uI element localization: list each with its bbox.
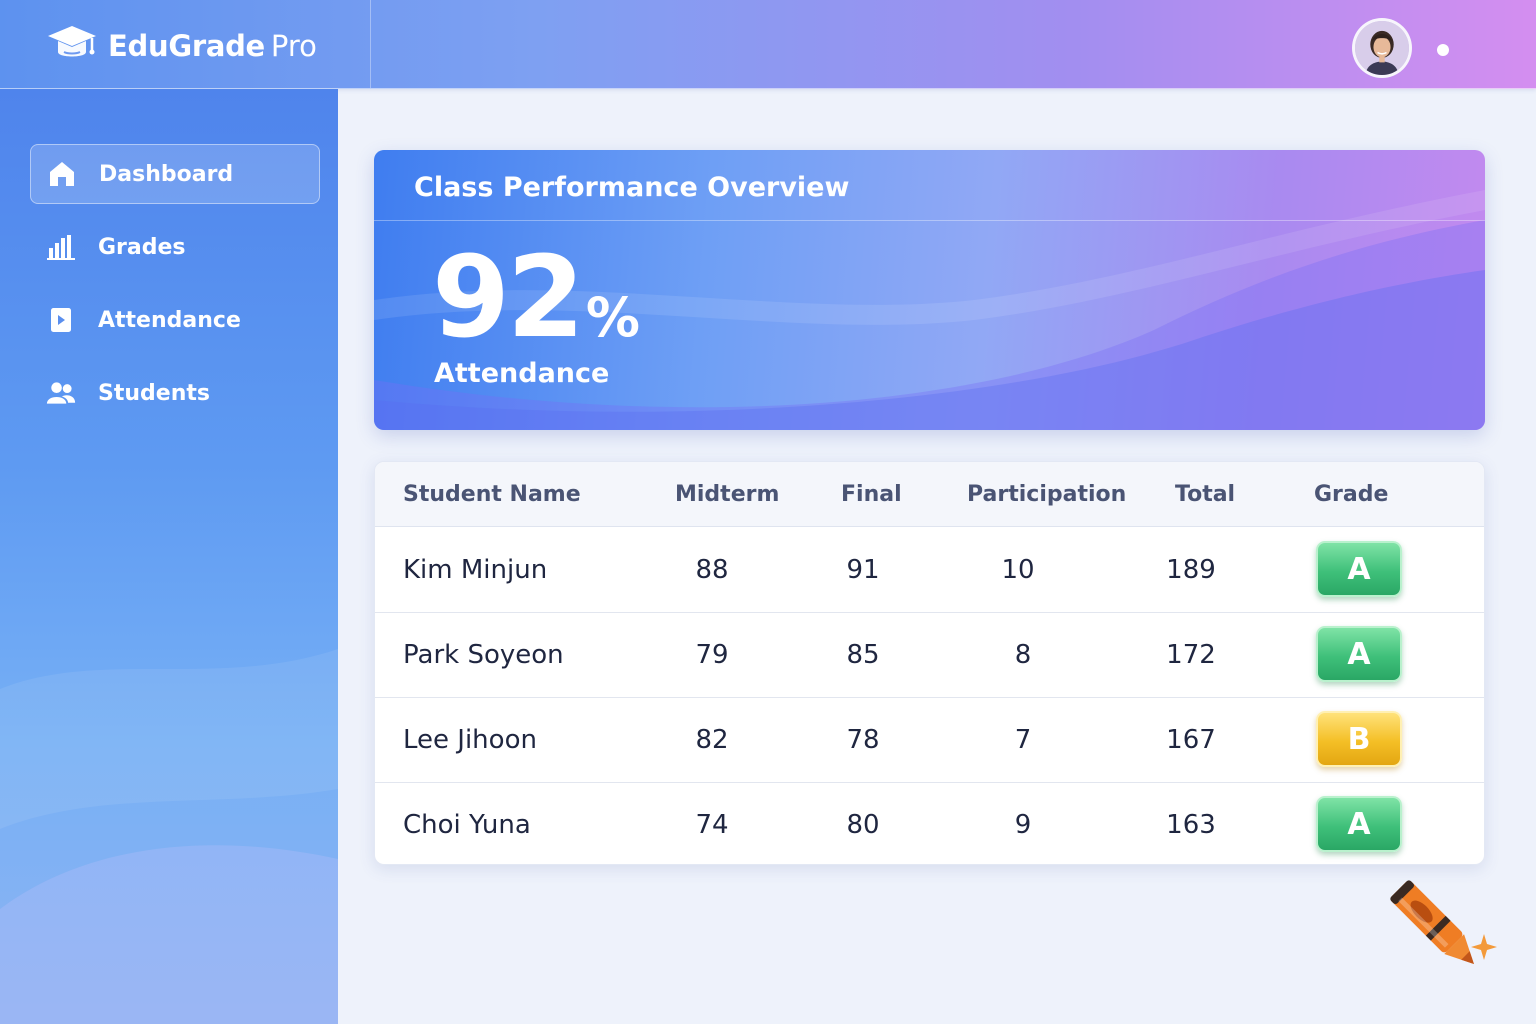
attendance-unit: % xyxy=(585,286,640,349)
user-avatar[interactable] xyxy=(1352,18,1412,78)
table-row[interactable]: Lee Jihoon 82 78 7 167 B xyxy=(375,697,1484,783)
brand-divider xyxy=(370,0,371,88)
total-score: 172 xyxy=(1166,640,1216,670)
column-header-student-name[interactable]: Student Name xyxy=(403,482,581,507)
grades-table: Student Name Midterm Final Participation… xyxy=(374,461,1485,865)
midterm-score: 82 xyxy=(695,725,729,755)
final-score: 85 xyxy=(846,640,880,670)
brand[interactable]: EduGrade Pro xyxy=(46,26,317,66)
final-score: 80 xyxy=(846,810,880,840)
sidebar-item-label: Grades xyxy=(98,234,186,260)
midterm-score: 79 xyxy=(695,640,729,670)
sidebar-item-label: Attendance xyxy=(98,307,241,333)
sidebar-item-label: Students xyxy=(98,380,210,406)
sidebar-item-dashboard[interactable]: Dashboard xyxy=(30,144,320,204)
column-header-grade[interactable]: Grade xyxy=(1314,482,1388,507)
final-score: 91 xyxy=(846,555,880,585)
app-name: EduGrade xyxy=(108,29,265,63)
overview-divider xyxy=(374,220,1485,221)
grade-badge: A xyxy=(1316,796,1402,852)
column-header-final[interactable]: Final xyxy=(841,482,902,507)
student-name: Lee Jihoon xyxy=(403,725,537,755)
final-score: 78 xyxy=(846,725,880,755)
column-header-midterm[interactable]: Midterm xyxy=(675,482,779,507)
overview-title: Class Performance Overview xyxy=(414,172,850,203)
student-name: Kim Minjun xyxy=(403,555,548,585)
attendance-number: 92 xyxy=(432,233,585,363)
sidebar-nav: Dashboard Grades Attendance Students xyxy=(30,144,320,436)
sidebar: Dashboard Grades Attendance Students xyxy=(0,89,338,1024)
total-score: 163 xyxy=(1166,810,1216,840)
home-icon xyxy=(45,159,79,189)
attendance-label: Attendance xyxy=(434,358,610,389)
column-header-total[interactable]: Total xyxy=(1175,482,1235,507)
attendance-value: 92 % xyxy=(432,238,640,358)
calendar-play-icon xyxy=(44,305,78,335)
participation-score: 8 xyxy=(1014,640,1032,670)
grade-badge: B xyxy=(1316,711,1402,767)
bar-chart-icon xyxy=(44,232,78,262)
student-name: Choi Yuna xyxy=(403,810,531,840)
table-row[interactable]: Choi Yuna 74 80 9 163 A xyxy=(375,782,1484,864)
sidebar-item-attendance[interactable]: Attendance xyxy=(30,290,320,350)
status-dot xyxy=(1437,44,1449,56)
sidebar-item-students[interactable]: Students xyxy=(30,363,320,423)
top-bar: EduGrade Pro xyxy=(0,0,1536,89)
sidebar-item-label: Dashboard xyxy=(99,161,234,187)
midterm-score: 88 xyxy=(695,555,729,585)
total-score: 189 xyxy=(1166,555,1216,585)
total-score: 167 xyxy=(1166,725,1216,755)
table-row[interactable]: Park Soyeon 79 85 8 172 A xyxy=(375,612,1484,698)
participation-score: 7 xyxy=(1014,725,1032,755)
table-row[interactable]: Kim Minjun 88 91 10 189 A xyxy=(375,527,1484,613)
table-header: Student Name Midterm Final Participation… xyxy=(375,462,1484,527)
column-header-participation[interactable]: Participation xyxy=(967,482,1126,507)
users-icon xyxy=(44,378,78,408)
participation-score: 9 xyxy=(1014,810,1032,840)
grade-badge: A xyxy=(1316,626,1402,682)
app-name-suffix: Pro xyxy=(270,29,317,63)
class-performance-card: Class Performance Overview 92 % Attendan… xyxy=(374,150,1485,430)
student-name: Park Soyeon xyxy=(403,640,564,670)
sidebar-item-grades[interactable]: Grades xyxy=(30,217,320,277)
grade-badge: A xyxy=(1316,541,1402,597)
participation-score: 10 xyxy=(1001,555,1035,585)
midterm-score: 74 xyxy=(695,810,729,840)
crayon-icon xyxy=(1390,880,1497,964)
graduation-cap-icon xyxy=(46,22,98,70)
